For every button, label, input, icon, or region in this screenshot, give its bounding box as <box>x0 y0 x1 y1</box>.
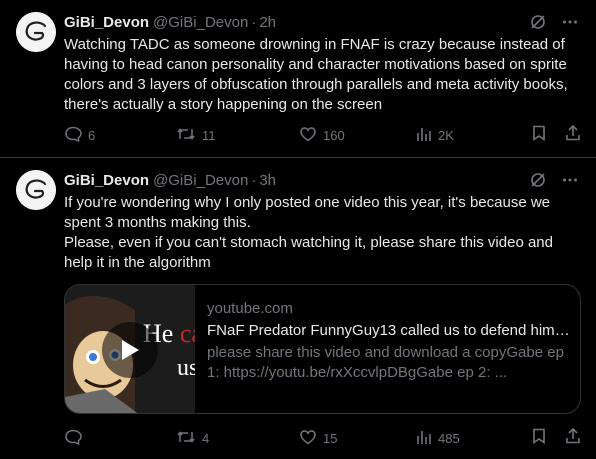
repost-count: 11 <box>202 127 216 143</box>
views-count: 2K <box>438 127 454 143</box>
post-header: GiBi_Devon @GiBi_Devon · 3h <box>64 170 580 190</box>
timestamp[interactable]: 3h <box>259 172 276 189</box>
views-button[interactable]: 2K <box>416 125 454 145</box>
bookmark-icon[interactable] <box>530 124 548 147</box>
link-card[interactable]: He ca us youtube.com FNaF Predator Funny… <box>64 284 581 414</box>
grok-icon[interactable] <box>528 12 548 32</box>
like-count: 15 <box>323 430 338 446</box>
card-description: please share this video and download a c… <box>207 344 564 381</box>
repost-count: 4 <box>202 430 210 446</box>
like-button[interactable]: 160 <box>299 125 345 145</box>
post[interactable]: GiBi_Devon @GiBi_Devon · 2h Watching TAD… <box>0 0 596 157</box>
views-icon <box>416 125 432 146</box>
thumbnail-text: us <box>177 355 195 381</box>
views-icon <box>416 428 432 449</box>
timestamp[interactable]: 2h <box>259 14 276 31</box>
repost-button[interactable]: 11 <box>176 125 216 145</box>
reply-button[interactable] <box>64 428 88 448</box>
more-icon[interactable] <box>560 170 580 190</box>
post-text: If you're wondering why I only posted on… <box>64 194 553 271</box>
reply-icon <box>64 125 82 146</box>
more-icon[interactable] <box>560 12 580 32</box>
grok-icon[interactable] <box>528 170 548 190</box>
like-icon <box>299 428 317 449</box>
separator: · <box>251 171 257 189</box>
post-actions: 6 11 160 2K <box>64 124 582 147</box>
repost-icon <box>176 428 196 449</box>
reply-count: 6 <box>88 127 96 143</box>
author-handle[interactable]: @GiBi_Devon <box>153 172 248 189</box>
avatar[interactable] <box>16 170 56 210</box>
reply-button[interactable]: 6 <box>64 125 95 145</box>
like-button[interactable]: 15 <box>299 428 337 448</box>
card-domain: youtube.com <box>207 300 293 317</box>
post-text: Watching TADC as someone drowning in FNA… <box>64 36 568 113</box>
repost-button[interactable]: 4 <box>176 428 209 448</box>
author-handle[interactable]: @GiBi_Devon <box>153 14 248 31</box>
reply-icon <box>64 428 82 449</box>
post[interactable]: GiBi_Devon @GiBi_Devon · 3h If you're wo… <box>0 158 596 459</box>
bookmark-icon[interactable] <box>530 427 548 450</box>
author-name[interactable]: GiBi_Devon <box>64 14 149 31</box>
post-header: GiBi_Devon @GiBi_Devon · 2h <box>64 12 580 32</box>
like-icon <box>299 125 317 146</box>
views-count: 485 <box>438 430 460 446</box>
play-icon[interactable] <box>102 322 158 378</box>
like-count: 160 <box>323 127 345 143</box>
share-icon[interactable] <box>564 427 582 450</box>
avatar[interactable] <box>16 12 56 52</box>
repost-icon <box>176 125 196 146</box>
views-button[interactable]: 485 <box>416 428 460 448</box>
card-title[interactable]: FNaF Predator FunnyGuy13 called us to de… <box>207 321 570 341</box>
video-thumbnail[interactable]: He ca us <box>65 285 195 413</box>
separator: · <box>251 13 257 31</box>
post-actions: 4 15 485 <box>64 427 582 450</box>
share-icon[interactable] <box>564 124 582 147</box>
author-name[interactable]: GiBi_Devon <box>64 172 149 189</box>
